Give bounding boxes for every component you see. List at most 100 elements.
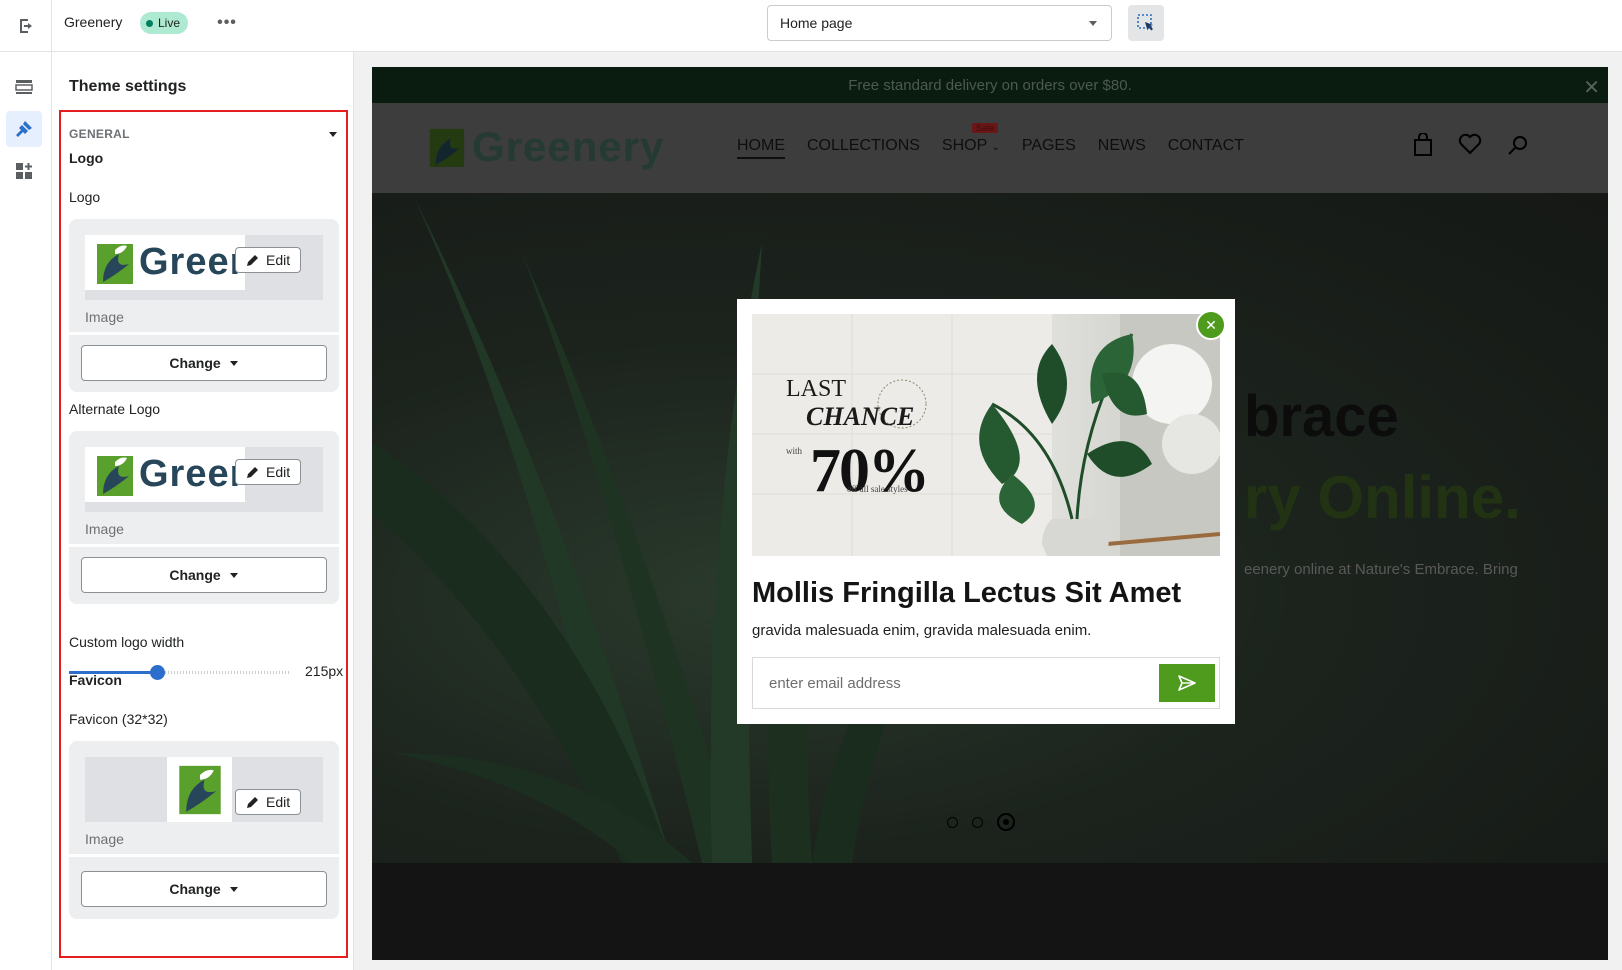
status-badge: Live bbox=[140, 12, 189, 34]
hero-title-line1: brace bbox=[1244, 384, 1399, 449]
exit-icon bbox=[19, 19, 32, 33]
logo-heading: Logo bbox=[69, 150, 104, 166]
newsletter-form bbox=[752, 657, 1220, 709]
site-logo-text: Greenery bbox=[472, 123, 665, 170]
change-label: Change bbox=[169, 567, 221, 583]
nav-shop-label: SHOP bbox=[941, 137, 987, 154]
change-label: Change bbox=[169, 881, 221, 897]
search-icon[interactable] bbox=[1506, 133, 1530, 157]
subscribe-button[interactable] bbox=[1159, 664, 1215, 702]
alternate-logo-image-picker: Greer Edit Image Change bbox=[69, 431, 339, 604]
alternate-logo-preview: Greer bbox=[85, 447, 246, 502]
edit-label: Edit bbox=[266, 464, 291, 480]
logo-preview: Greer bbox=[85, 235, 246, 290]
nav-news[interactable]: NEWS bbox=[1098, 137, 1146, 159]
nav-home[interactable]: HOME bbox=[737, 137, 785, 159]
nav-collections[interactable]: COLLECTIONS bbox=[807, 137, 920, 159]
leaf-logo-icon bbox=[178, 765, 221, 814]
change-logo-button[interactable]: Change bbox=[81, 345, 327, 381]
hero-title-line2: ry Online. bbox=[1244, 464, 1521, 531]
rail-apps-button[interactable] bbox=[6, 153, 42, 189]
hero-description: eenery online at Nature's Embrace. Bring bbox=[1244, 561, 1518, 578]
close-icon[interactable]: ✕ bbox=[1583, 75, 1600, 100]
exit-button[interactable] bbox=[0, 0, 52, 52]
caret-down-icon bbox=[229, 573, 238, 578]
caret-down-icon bbox=[229, 361, 238, 366]
nav-shop[interactable]: SHOP ⌄ Sale bbox=[941, 123, 1000, 159]
favicon-thumbnail[interactable]: Edit bbox=[85, 757, 323, 822]
divider bbox=[69, 332, 339, 335]
page-selector[interactable]: Home page bbox=[767, 5, 1112, 41]
popup-close-button[interactable]: ✕ bbox=[1196, 310, 1226, 340]
sale-badge: Sale bbox=[971, 123, 998, 133]
top-bar: Greenery Live ••• Home page bbox=[0, 0, 1622, 52]
favicon-field-label: Favicon (32*32) bbox=[69, 711, 168, 727]
plant-photo bbox=[752, 314, 1220, 556]
favicon-image-picker: Edit Image Change bbox=[69, 741, 339, 919]
image-label: Image bbox=[85, 831, 124, 847]
slide-dot[interactable] bbox=[947, 816, 958, 828]
cart-icon[interactable] bbox=[1412, 133, 1434, 157]
caret-down-icon bbox=[1089, 21, 1097, 26]
leaf-logo-icon bbox=[97, 455, 133, 496]
email-input[interactable] bbox=[754, 659, 1144, 707]
divider bbox=[69, 854, 339, 857]
select-cursor-icon bbox=[1137, 14, 1153, 31]
more-horizontal-icon: ••• bbox=[217, 14, 237, 31]
logo-width-value: 215px bbox=[305, 663, 344, 679]
promo-off-text: off all sale styles bbox=[847, 484, 908, 494]
apps-icon bbox=[16, 163, 32, 179]
sections-icon bbox=[15, 80, 33, 94]
edit-logo-button[interactable]: Edit bbox=[235, 247, 302, 273]
popup-title: Mollis Fringilla Lectus Sit Amet bbox=[752, 577, 1182, 609]
logo-thumbnail[interactable]: Greer Edit bbox=[85, 235, 323, 300]
slide-dot[interactable] bbox=[972, 816, 983, 828]
announcement-text: Free standard delivery on orders over $8… bbox=[848, 76, 1132, 94]
nav-pages[interactable]: PAGES bbox=[1022, 137, 1076, 159]
section-header-general[interactable]: GENERAL bbox=[69, 127, 339, 141]
edit-alternate-logo-button[interactable]: Edit bbox=[235, 459, 302, 485]
leaf-logo-icon bbox=[429, 128, 465, 167]
theme-settings-panel: Theme settings GENERAL Logo Logo Greer E… bbox=[52, 52, 354, 970]
change-label: Change bbox=[169, 355, 221, 371]
slider-handle[interactable] bbox=[150, 665, 165, 680]
inspector-toggle-button[interactable] bbox=[1128, 5, 1164, 41]
alternate-logo-thumbnail[interactable]: Greer Edit bbox=[85, 447, 323, 512]
alternate-logo-label: Alternate Logo bbox=[69, 401, 161, 417]
live-dot-icon bbox=[146, 19, 153, 27]
main-nav: HOME COLLECTIONS SHOP ⌄ Sale PAGES NEWS … bbox=[737, 123, 1244, 159]
popup-subtitle: gravida malesuada enim, gravida malesuad… bbox=[752, 622, 1092, 639]
change-favicon-button[interactable]: Change bbox=[81, 871, 327, 907]
more-actions-button[interactable]: ••• bbox=[214, 12, 240, 34]
image-label: Image bbox=[85, 309, 124, 325]
heart-icon[interactable] bbox=[1458, 133, 1482, 155]
favicon-preview bbox=[167, 757, 232, 822]
site-logo[interactable]: Greenery bbox=[428, 123, 664, 171]
leaf-logo-icon bbox=[97, 243, 133, 284]
section-title: GENERAL bbox=[69, 127, 130, 141]
edit-favicon-button[interactable]: Edit bbox=[235, 789, 302, 815]
caret-down-icon bbox=[229, 887, 238, 892]
logo-word: Greer bbox=[139, 241, 246, 283]
edit-label: Edit bbox=[266, 794, 291, 810]
caret-down-icon bbox=[329, 132, 337, 137]
site-header: Greenery HOME COLLECTIONS SHOP ⌄ Sale PA… bbox=[372, 103, 1608, 193]
image-label: Image bbox=[85, 521, 124, 537]
favicon-heading: Favicon bbox=[69, 672, 122, 688]
edit-label: Edit bbox=[266, 252, 291, 268]
close-icon: ✕ bbox=[1205, 316, 1217, 333]
promo-percent: 70% bbox=[810, 437, 930, 505]
logo-field-label: Logo bbox=[69, 189, 101, 205]
rail-sections-button[interactable] bbox=[6, 69, 42, 105]
rail-theme-settings-button[interactable] bbox=[6, 111, 42, 147]
chevron-down-icon: ⌄ bbox=[991, 142, 1000, 153]
logo-image-picker: Greer Edit Image Change bbox=[69, 219, 339, 392]
promo-with: with bbox=[786, 446, 803, 456]
send-icon bbox=[1178, 675, 1196, 691]
pencil-icon bbox=[247, 255, 258, 266]
slide-dot-active[interactable] bbox=[997, 813, 1015, 831]
store-name: Greenery bbox=[64, 14, 123, 30]
divider bbox=[69, 544, 339, 547]
nav-contact[interactable]: CONTACT bbox=[1168, 137, 1244, 159]
change-alternate-logo-button[interactable]: Change bbox=[81, 557, 327, 593]
